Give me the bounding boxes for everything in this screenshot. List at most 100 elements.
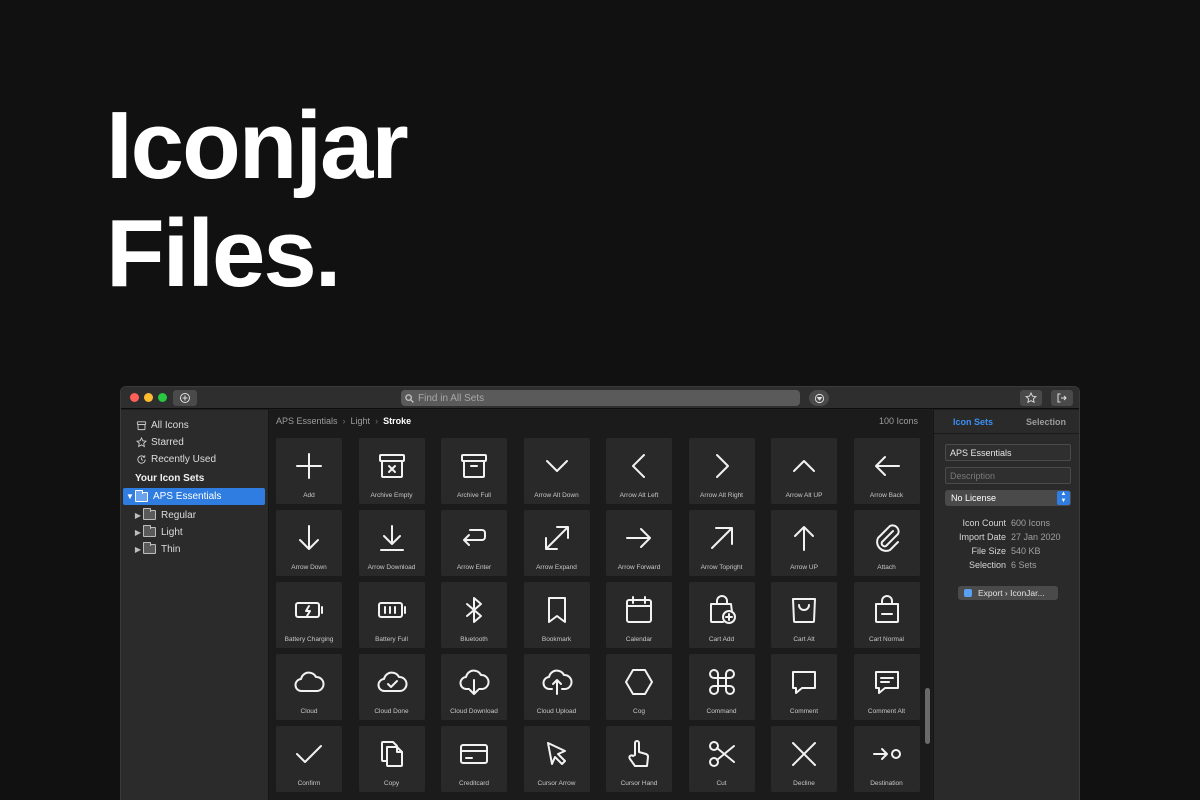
disclosure-open-icon[interactable]: ▼ <box>125 492 135 501</box>
star-button[interactable] <box>1020 390 1042 406</box>
icon-tile-label: Battery Full <box>375 636 408 643</box>
icon-tile[interactable]: Archive Empty <box>358 438 425 504</box>
cart-alt-icon <box>792 598 816 623</box>
icon-tile[interactable]: Archive Full <box>441 438 507 504</box>
archive-empty-icon <box>378 454 405 478</box>
icon-tile[interactable]: Decline <box>771 726 837 792</box>
disclosure-closed-icon[interactable]: ▶ <box>133 511 143 520</box>
export-button[interactable]: Export › IconJar... <box>958 586 1058 600</box>
icon-tile[interactable]: Arrow Topright <box>688 510 755 576</box>
search-input[interactable]: Find in All Sets <box>401 390 800 406</box>
icon-tile-label: Comment Alt <box>867 708 906 715</box>
icon-tile[interactable]: Bluetooth <box>441 582 507 648</box>
export-out-button[interactable] <box>1051 390 1073 406</box>
chev-right-icon <box>715 454 729 478</box>
icon-tile[interactable]: Comment Alt <box>853 654 920 720</box>
icon-tile[interactable]: Arrow UP <box>771 510 837 576</box>
filter-button[interactable] <box>809 390 829 406</box>
meta-key: Icon Count <box>962 518 1006 528</box>
sidebar-subset-regular[interactable]: ▶ Regular <box>133 507 196 523</box>
icon-tile[interactable]: Comment <box>771 654 837 720</box>
sidebar-item-starred[interactable]: Starred <box>135 434 184 450</box>
icon-tile[interactable]: Cloud Upload <box>523 654 590 720</box>
tab-selection[interactable]: Selection <box>1026 417 1066 427</box>
arrow-back-icon <box>874 456 900 476</box>
icon-tile[interactable]: Bookmark <box>523 582 590 648</box>
archive-full-icon <box>461 454 487 478</box>
icon-tile-label: Cloud Done <box>374 708 409 715</box>
icon-tile[interactable]: Battery Charging <box>276 582 342 648</box>
icon-tile[interactable]: Calendar <box>606 582 672 648</box>
set-name-field[interactable]: APS Essentials <box>945 444 1071 461</box>
icon-tile[interactable]: Cart Add <box>688 582 755 648</box>
command-icon <box>708 669 735 695</box>
icon-tile-label: Archive Empty <box>370 492 413 499</box>
destination-icon <box>872 748 901 760</box>
decline-icon <box>792 742 816 766</box>
icon-tile[interactable]: Arrow Down <box>276 510 342 576</box>
icon-tile[interactable]: Arrow Alt UP <box>771 438 837 504</box>
icon-grid: Add Archive Empty Archive Full Arrow Alt Do… <box>276 438 920 792</box>
meta-row: Import Date 27 Jan 2020 <box>934 532 1079 544</box>
disclosure-closed-icon[interactable]: ▶ <box>133 528 143 537</box>
icon-tile[interactable]: Cog <box>606 654 672 720</box>
disclosure-closed-icon[interactable]: ▶ <box>133 545 143 554</box>
icon-tile[interactable]: Cart Alt <box>771 582 837 648</box>
sidebar-item-all-icons[interactable]: All Icons <box>135 417 189 433</box>
sidebar-subset-thin[interactable]: ▶ Thin <box>133 541 180 557</box>
icon-tile[interactable]: Arrow Alt Right <box>688 438 755 504</box>
icon-tile[interactable]: Cloud Download <box>441 654 507 720</box>
icon-tile[interactable]: Arrow Forward <box>606 510 672 576</box>
license-select[interactable]: No License ▲ ▼ <box>945 490 1071 506</box>
icon-tile[interactable]: Arrow Download <box>358 510 425 576</box>
icon-tile[interactable]: Cart Normal <box>853 582 920 648</box>
icon-browser: APS Essentials › Light › Stroke 100 Icons Ad… <box>270 410 932 800</box>
icon-tile[interactable]: Arrow Enter <box>441 510 507 576</box>
icon-tile[interactable]: Confirm <box>276 726 342 792</box>
icon-tile[interactable]: Cursor Arrow <box>523 726 590 792</box>
arrow-down-icon <box>299 525 319 550</box>
icon-tile[interactable]: Arrow Expand <box>523 510 590 576</box>
icon-tile[interactable]: Cloud <box>276 654 342 720</box>
cloud-done-icon <box>377 671 407 692</box>
icon-tile[interactable]: Creditcard <box>441 726 507 792</box>
icon-tile[interactable]: Arrow Alt Down <box>523 438 590 504</box>
close-window-button[interactable] <box>130 393 139 402</box>
description-field[interactable]: Description <box>945 467 1071 484</box>
icon-tile[interactable]: Arrow Back <box>853 438 920 504</box>
icon-tile-label: Command <box>706 708 737 715</box>
minimize-window-button[interactable] <box>144 393 153 402</box>
meta-key: Selection <box>968 560 1006 570</box>
icon-tile[interactable]: Cursor Hand <box>606 726 672 792</box>
sidebar-subset-light[interactable]: ▶ Light <box>133 524 183 540</box>
icon-tile-label: Arrow Alt Down <box>534 492 579 499</box>
sidebar-item-recently-used[interactable]: Recently Used <box>135 451 216 467</box>
icon-tile-label: Comment <box>789 708 819 715</box>
icon-tile[interactable]: Command <box>688 654 755 720</box>
breadcrumb-item[interactable]: APS Essentials <box>276 416 338 426</box>
scrollbar-thumb[interactable] <box>925 688 930 744</box>
icon-tile[interactable]: Destination <box>853 726 920 792</box>
icon-tile-label: Cart Normal <box>868 636 905 643</box>
icon-tile-label: Arrow Down <box>291 564 327 571</box>
icon-tile[interactable]: Copy <box>358 726 425 792</box>
sidebar-subset-label: Thin <box>161 543 181 555</box>
breadcrumb-item[interactable]: Light <box>351 416 371 426</box>
icon-tile-label: Arrow Alt UP <box>785 492 823 499</box>
icon-tile-label: Bookmark <box>541 636 572 643</box>
add-set-button[interactable] <box>173 390 197 406</box>
bookmark-icon <box>547 597 566 623</box>
export-label: Export › IconJar... <box>978 588 1045 598</box>
tab-icon-sets[interactable]: Icon Sets <box>953 417 993 427</box>
icon-tile-label: Cog <box>633 708 645 715</box>
icon-tile-label: Arrow Forward <box>617 564 661 571</box>
icon-tile[interactable]: Add <box>276 438 342 504</box>
icon-tile[interactable]: Cloud Done <box>358 654 425 720</box>
icon-tile[interactable]: Battery Full <box>358 582 425 648</box>
icon-tile[interactable]: Arrow Alt Left <box>606 438 672 504</box>
icon-tile[interactable]: Cut <box>688 726 755 792</box>
sidebar-set-aps-essentials[interactable]: ▼ APS Essentials <box>123 488 265 505</box>
zoom-window-button[interactable] <box>158 393 167 402</box>
icon-tile[interactable]: Attach <box>853 510 920 576</box>
arrow-up-icon <box>794 526 814 551</box>
